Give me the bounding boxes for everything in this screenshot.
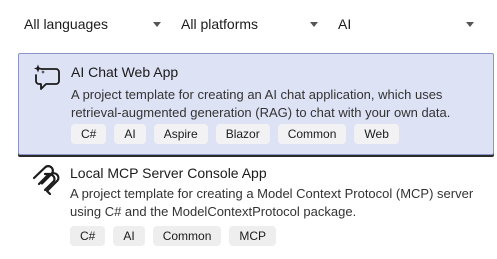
tag-ai: AI: [114, 124, 146, 144]
tag-csharp: C#: [70, 226, 106, 246]
template-tags: C# AI Aspire Blazor Common Web: [71, 124, 399, 144]
template-description: A project template for creating an AI ch…: [71, 87, 451, 120]
language-filter-dropdown[interactable]: All languages: [18, 10, 166, 38]
tag-csharp: C#: [71, 124, 107, 144]
template-title: AI Chat Web App: [71, 64, 179, 80]
language-filter-value: All languages: [24, 16, 109, 32]
tag-web: Web: [354, 124, 399, 144]
tag-blazor: Blazor: [215, 124, 270, 144]
tag-aspire: Aspire: [153, 124, 208, 144]
mcp-logo-icon: [31, 165, 61, 196]
template-tags: C# AI Common MCP: [70, 226, 277, 246]
project-type-filter-dropdown[interactable]: AI: [332, 10, 479, 38]
template-title: Local MCP Server Console App: [70, 165, 267, 181]
chevron-down-icon: [461, 21, 479, 27]
project-type-filter-value: AI: [338, 16, 352, 32]
tag-common: Common: [277, 124, 347, 144]
tag-common: Common: [152, 226, 222, 246]
chevron-down-icon: [148, 21, 166, 27]
template-ai-chat-web-app[interactable]: AI Chat Web App A project template for c…: [18, 53, 494, 155]
platform-filter-value: All platforms: [181, 16, 259, 32]
template-local-mcp-server-console-app[interactable]: Local MCP Server Console App A project t…: [18, 160, 494, 256]
chat-sparkle-icon: [32, 63, 62, 93]
platform-filter-dropdown[interactable]: All platforms: [175, 10, 323, 38]
template-description: A project template for creating a Model …: [70, 186, 474, 219]
chevron-down-icon: [305, 21, 323, 27]
tag-ai: AI: [113, 226, 145, 246]
filter-bar: All languages All platforms AI: [18, 10, 479, 40]
tag-mcp: MCP: [229, 226, 277, 246]
